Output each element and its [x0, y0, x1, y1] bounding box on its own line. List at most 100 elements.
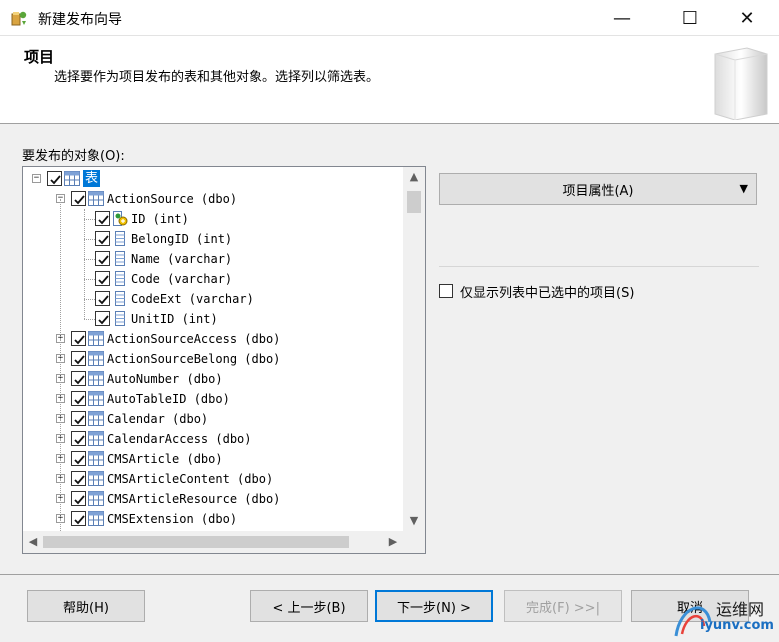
tree-item-label: ID (int) [131, 212, 189, 226]
tree-guide-line [84, 279, 95, 280]
horizontal-scroll-thumb[interactable] [43, 536, 349, 548]
tree-item-table[interactable]: + CMSExtension (dbo) [23, 509, 403, 529]
tree-item-table[interactable]: + Calendar (dbo) [23, 409, 403, 429]
column-icon [112, 311, 128, 326]
tree-checkbox[interactable] [71, 191, 86, 206]
tree-item-table[interactable]: + ActionSourceBelong (dbo) [23, 349, 403, 369]
tree-checkbox[interactable] [71, 511, 86, 526]
checkbox-box[interactable] [439, 284, 453, 298]
scroll-up-icon[interactable]: ▲ [403, 167, 425, 187]
back-button[interactable]: < 上一步(B) [250, 590, 368, 622]
check-mark-icon [98, 315, 109, 325]
footer-divider [0, 574, 779, 575]
tree-guide-line [60, 199, 61, 531]
tree-item-column[interactable]: BelongID (int) [23, 229, 403, 249]
tree-item-table[interactable]: + AutoTableID (dbo) [23, 389, 403, 409]
minimize-button[interactable]: — [599, 0, 645, 36]
check-mark-icon [98, 235, 109, 245]
table-folder-icon [64, 171, 80, 186]
table-icon [88, 471, 104, 486]
tree-item-column[interactable]: Name (varchar) [23, 249, 403, 269]
maximize-button[interactable]: ☐ [667, 0, 713, 36]
tree-checkbox[interactable] [95, 271, 110, 286]
table-icon [88, 191, 104, 206]
close-button[interactable]: ✕ [724, 0, 770, 36]
table-icon [88, 431, 104, 446]
show-only-selected-checkbox[interactable]: 仅显示列表中已选中的项目(S) [439, 282, 634, 301]
table-icon [88, 451, 104, 466]
collapse-icon[interactable]: − [32, 174, 41, 183]
tree-checkbox[interactable] [95, 231, 110, 246]
column-icon [112, 231, 128, 246]
column-icon [112, 251, 128, 266]
tree-item-column[interactable]: ID (int) [23, 209, 403, 229]
tree-checkbox[interactable] [71, 451, 86, 466]
tree-viewport: − 表 − ActionSource (dbo) ID (int) BelongID (i… [23, 167, 403, 531]
check-mark-icon [74, 475, 85, 485]
check-mark-icon [74, 515, 85, 525]
publication-wizard-icon [11, 11, 27, 26]
tree-item-table[interactable]: + AutoNumber (dbo) [23, 369, 403, 389]
column-icon [112, 291, 128, 306]
tree-item-label: ActionSource (dbo) [107, 192, 238, 206]
check-mark-icon [74, 435, 85, 445]
wizard-header: 项目 选择要作为项目发布的表和其他对象。选择列以筛选表。 [0, 36, 779, 124]
check-mark-icon [74, 355, 85, 365]
tree-item-table[interactable]: + CMSArticleResource (dbo) [23, 489, 403, 509]
tree-item-column[interactable]: Code (varchar) [23, 269, 403, 289]
tree-item-table[interactable]: + CMSArticle (dbo) [23, 449, 403, 469]
tree-guide-line [84, 319, 95, 320]
tree-item-table[interactable]: + CalendarAccess (dbo) [23, 429, 403, 449]
tree-checkbox[interactable] [71, 411, 86, 426]
tree-item-table[interactable]: + CMSArticleContent (dbo) [23, 469, 403, 489]
check-mark-icon [74, 455, 85, 465]
title-bar: 新建发布向导 — ☐ ✕ [0, 0, 779, 36]
objects-tree[interactable]: − 表 − ActionSource (dbo) ID (int) BelongID (i… [22, 166, 426, 554]
tree-item-label: Code (varchar) [131, 272, 233, 286]
tree-item-column[interactable]: CodeExt (varchar) [23, 289, 403, 309]
tree-guide-line [84, 259, 95, 260]
check-mark-icon [74, 395, 85, 405]
next-button[interactable]: 下一步(N) > [375, 590, 493, 622]
tree-item-label: ActionSourceAccess (dbo) [107, 332, 281, 346]
vertical-scroll-thumb[interactable] [407, 191, 421, 213]
tree-item-label: Calendar (dbo) [107, 412, 209, 426]
tree-item-label: Name (varchar) [131, 252, 233, 266]
help-button[interactable]: 帮助(H) [27, 590, 145, 622]
table-icon [88, 351, 104, 366]
finish-button[interactable]: 完成(F) >>| [504, 590, 622, 622]
article-properties-label: 项目属性(A) [562, 183, 634, 199]
tree-checkbox[interactable] [95, 291, 110, 306]
tree-item-table[interactable]: − ActionSource (dbo) [23, 189, 403, 209]
tree-checkbox[interactable] [71, 431, 86, 446]
check-mark-icon [74, 335, 85, 345]
tree-item-label: CMSArticleResource (dbo) [107, 492, 281, 506]
scroll-down-icon[interactable]: ▼ [403, 511, 425, 531]
vertical-scrollbar[interactable]: ▲ ▼ [403, 167, 425, 531]
tree-item-column[interactable]: UnitID (int) [23, 309, 403, 329]
check-mark-icon [74, 415, 85, 425]
check-mark-icon [74, 375, 85, 385]
tree-checkbox[interactable] [71, 371, 86, 386]
tree-checkbox[interactable] [95, 251, 110, 266]
scroll-left-icon[interactable]: ◀ [23, 531, 43, 553]
horizontal-scrollbar[interactable]: ◀ ▶ [23, 531, 403, 553]
tree-item-label: AutoNumber (dbo) [107, 372, 223, 386]
tree-checkbox[interactable] [47, 171, 62, 186]
tree-checkbox[interactable] [71, 351, 86, 366]
check-mark-icon [98, 295, 109, 305]
scroll-right-icon[interactable]: ▶ [383, 531, 403, 553]
tree-item-table[interactable]: + ActionSourceAccess (dbo) [23, 329, 403, 349]
tree-checkbox[interactable] [95, 311, 110, 326]
tree-checkbox[interactable] [95, 211, 110, 226]
scrollbar-corner [403, 531, 425, 553]
table-icon [88, 411, 104, 426]
tree-checkbox[interactable] [71, 491, 86, 506]
tree-item-root[interactable]: − 表 [23, 169, 403, 189]
tree-checkbox[interactable] [71, 391, 86, 406]
tree-guide-line [84, 219, 95, 220]
tree-checkbox[interactable] [71, 331, 86, 346]
article-properties-dropdown[interactable]: 项目属性(A) ▼ [439, 173, 757, 205]
tree-item-label: CalendarAccess (dbo) [107, 432, 252, 446]
tree-checkbox[interactable] [71, 471, 86, 486]
